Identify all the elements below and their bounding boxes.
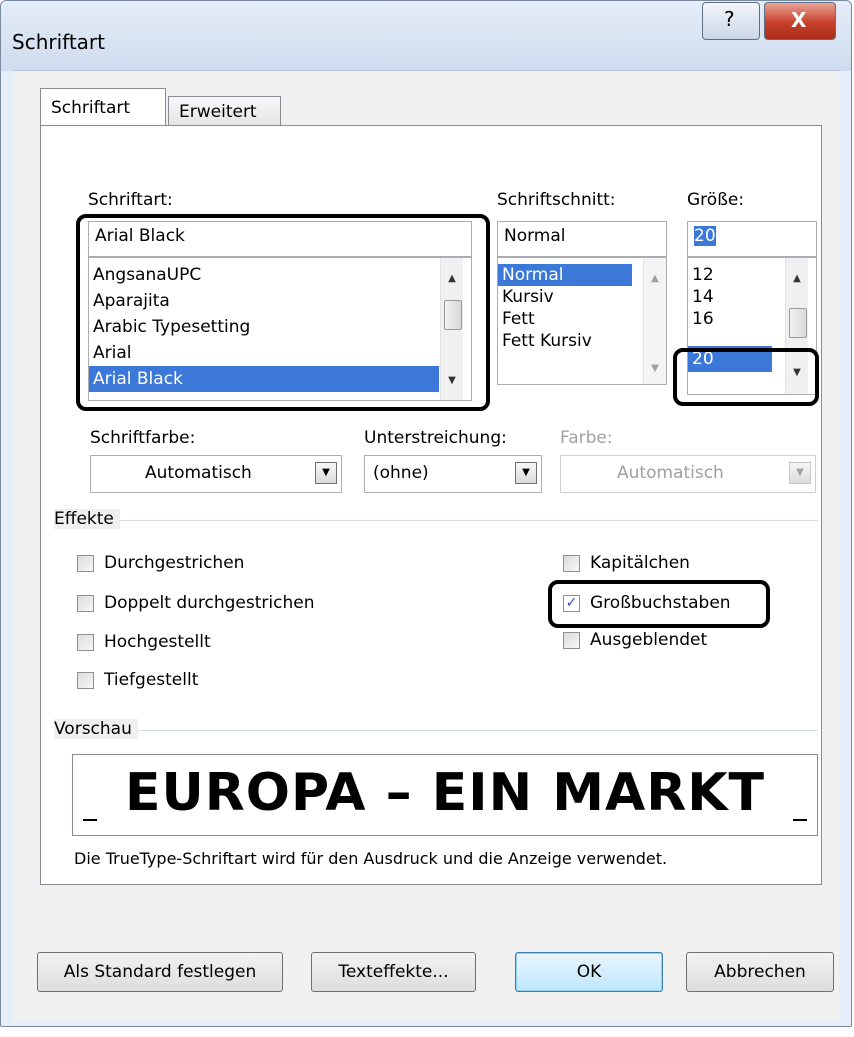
style-input[interactable]: Normal [497, 221, 667, 257]
ok-button[interactable]: OK [515, 952, 663, 992]
checkbox-label: Durchgestrichen [104, 553, 245, 573]
size-label: Größe: [687, 190, 745, 210]
window-title: Schriftart [12, 30, 105, 54]
underline-label: Unterstreichung: [364, 428, 507, 448]
underline-color-dropdown[interactable]: Automatisch ▼ [560, 455, 816, 493]
text-effects-label: Texteffekte... [338, 962, 449, 982]
help-icon: ? [724, 7, 735, 31]
style-input-value: Normal [504, 226, 566, 246]
set-default-label: Als Standard festlegen [63, 962, 257, 982]
tab-erweitert[interactable]: Erweitert [168, 96, 281, 128]
tab-erweitert-label: Erweitert [179, 102, 257, 122]
cancel-label: Abbrechen [714, 962, 806, 982]
preview-divider [60, 730, 818, 731]
checkbox-label: Ausgeblendet [590, 630, 708, 650]
list-item-selected[interactable]: Normal [498, 264, 632, 286]
font-color-label: Schriftfarbe: [90, 428, 196, 448]
list-item[interactable]: Fett [498, 308, 666, 330]
preview-underscore-right [793, 819, 807, 821]
chevron-down-icon[interactable]: ▼ [515, 462, 537, 484]
preview-note: Die TrueType-Schriftart wird für den Aus… [74, 849, 668, 868]
help-button[interactable]: ? [702, 2, 760, 40]
underline-color-label: Farbe: [560, 428, 613, 448]
font-label: Schriftart: [88, 190, 173, 210]
underline-value: (ohne) [373, 463, 429, 483]
preview-text: EUROPA – EIN MARKT [124, 763, 766, 823]
checkbox-kapitaelchen[interactable] [563, 555, 580, 572]
highlight-font-box [76, 214, 490, 411]
scroll-up-icon[interactable]: ▲ [786, 268, 808, 290]
text-effects-button[interactable]: Texteffekte... [311, 952, 476, 992]
ok-label: OK [576, 962, 602, 982]
font-color-value: Automatisch [145, 463, 252, 483]
checkbox-ausgeblendet[interactable] [563, 632, 580, 649]
list-item[interactable]: Fett Kursiv [498, 330, 666, 352]
size-input-value: 20 [694, 226, 716, 246]
effects-title: Effekte [54, 509, 120, 529]
checkbox-tiefgestellt[interactable] [77, 672, 94, 689]
tab-schriftart-label: Schriftart [51, 98, 131, 118]
checkbox-label: Doppelt durchgestrichen [104, 593, 315, 613]
style-label: Schriftschnitt: [497, 190, 616, 210]
chevron-down-icon[interactable]: ▼ [789, 462, 811, 484]
list-item[interactable]: Kursiv [498, 286, 666, 308]
scroll-down-icon[interactable]: ▼ [644, 358, 666, 380]
checkbox-hochgestellt[interactable] [77, 634, 94, 651]
set-default-button[interactable]: Als Standard festlegen [37, 952, 283, 992]
size-input[interactable]: 20 [687, 221, 817, 257]
checkbox-doppelt-durchgestrichen[interactable] [77, 595, 94, 612]
close-button[interactable]: X [764, 2, 836, 40]
chevron-down-icon[interactable]: ▼ [315, 462, 337, 484]
preview-title: Vorschau [54, 719, 138, 739]
cancel-button[interactable]: Abbrechen [686, 952, 834, 992]
tab-schriftart[interactable]: Schriftart [40, 88, 166, 128]
font-color-dropdown[interactable]: Automatisch ▼ [90, 455, 342, 493]
effects-divider [60, 520, 818, 521]
preview-box: EUROPA – EIN MARKT [72, 754, 818, 836]
checkbox-label: Hochgestellt [104, 632, 211, 652]
highlight-size-box [673, 348, 819, 406]
checkbox-durchgestrichen[interactable] [77, 555, 94, 572]
checkbox-label: Tiefgestellt [104, 670, 199, 690]
scroll-up-icon[interactable]: ▲ [644, 268, 666, 290]
underline-color-value: Automatisch [617, 463, 724, 483]
scroll-thumb[interactable] [789, 308, 807, 338]
underline-dropdown[interactable]: (ohne) ▼ [364, 455, 542, 493]
style-list-scrollbar[interactable]: ▲ ▼ [643, 258, 666, 384]
highlight-grossbuchstaben [548, 580, 770, 628]
checkbox-label: Kapitälchen [590, 553, 690, 573]
close-icon: X [791, 8, 807, 32]
style-list[interactable]: Normal Kursiv Fett Fett Kursiv ▲ ▼ [497, 257, 667, 385]
